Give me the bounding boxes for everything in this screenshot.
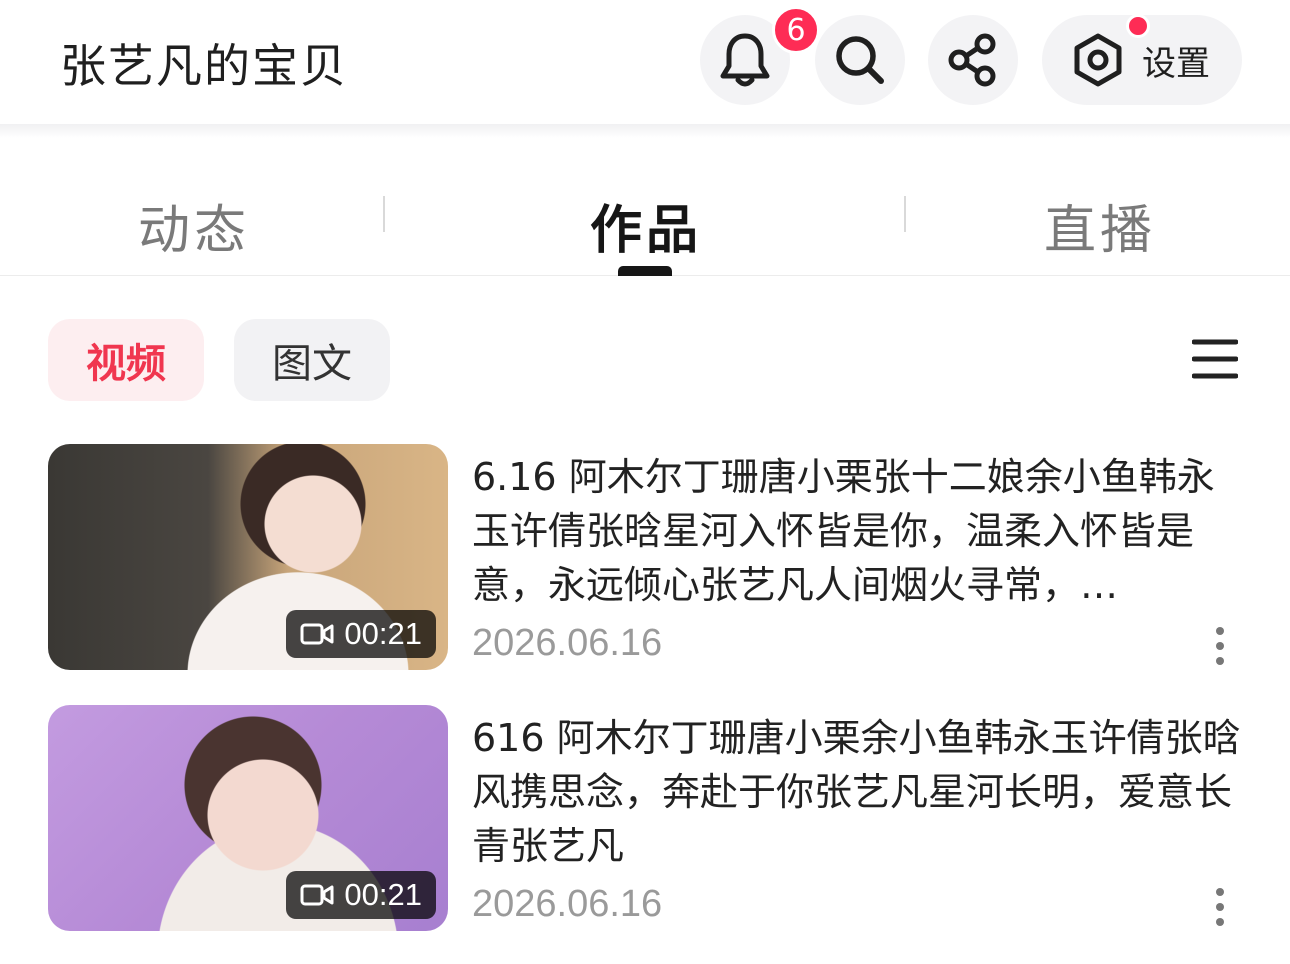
tab-dynamics[interactable]: 动态 <box>138 188 250 263</box>
header-divider <box>0 124 1290 138</box>
duration-text: 00:21 <box>344 877 422 912</box>
bell-icon <box>720 33 770 87</box>
active-tab-indicator <box>618 266 672 276</box>
share-icon <box>948 33 996 87</box>
more-options-icon[interactable] <box>1208 626 1232 666</box>
video-list-item[interactable]: 00:21 6.16 阿木尔丁珊唐小栗张十二娘余小鱼韩永玉许倩张晗星河入怀皆是你… <box>0 444 1290 674</box>
tab-separator <box>904 196 906 232</box>
video-thumbnail[interactable]: 00:21 <box>48 705 448 931</box>
tab-separator <box>383 196 385 232</box>
search-icon <box>836 36 884 84</box>
duration-badge: 00:21 <box>286 871 436 919</box>
duration-badge: 00:21 <box>286 610 436 658</box>
menu-icon[interactable] <box>1192 336 1238 382</box>
video-thumbnail[interactable]: 00:21 <box>48 444 448 670</box>
video-camera-icon <box>300 623 334 645</box>
notification-badge: 6 <box>772 6 820 54</box>
video-list-item[interactable]: 00:21 616 阿木尔丁珊唐小栗余小鱼韩永玉许倩张晗风携思念，奔赴于你张艺凡… <box>0 705 1290 935</box>
tab-works[interactable]: 作品 <box>590 188 702 263</box>
filter-image-text-chip[interactable]: 图文 <box>234 319 390 401</box>
video-title[interactable]: 6.16 阿木尔丁珊唐小栗张十二娘余小鱼韩永玉许倩张晗星河入怀皆是你，温柔入怀皆… <box>472 450 1242 612</box>
settings-red-dot <box>1126 14 1150 38</box>
video-date: 2026.06.16 <box>472 883 663 925</box>
share-button[interactable] <box>928 15 1018 105</box>
settings-icon <box>1074 33 1122 87</box>
tab-live[interactable]: 直播 <box>1044 188 1156 263</box>
profile-tabs: 动态 作品 直播 <box>0 150 1290 276</box>
settings-label: 设置 <box>1142 43 1210 84</box>
more-options-icon[interactable] <box>1208 887 1232 927</box>
duration-text: 00:21 <box>344 616 422 651</box>
top-bar: 张艺凡的宝贝 6 设置 <box>0 0 1290 124</box>
search-button[interactable] <box>815 15 905 105</box>
video-camera-icon <box>300 884 334 906</box>
filter-video-chip[interactable]: 视频 <box>48 319 204 401</box>
page-title: 张艺凡的宝贝 <box>60 39 348 93</box>
video-title[interactable]: 616 阿木尔丁珊唐小栗余小鱼韩永玉许倩张晗风携思念，奔赴于你张艺凡星河长明，爱… <box>472 711 1242 873</box>
video-date: 2026.06.16 <box>472 622 663 664</box>
